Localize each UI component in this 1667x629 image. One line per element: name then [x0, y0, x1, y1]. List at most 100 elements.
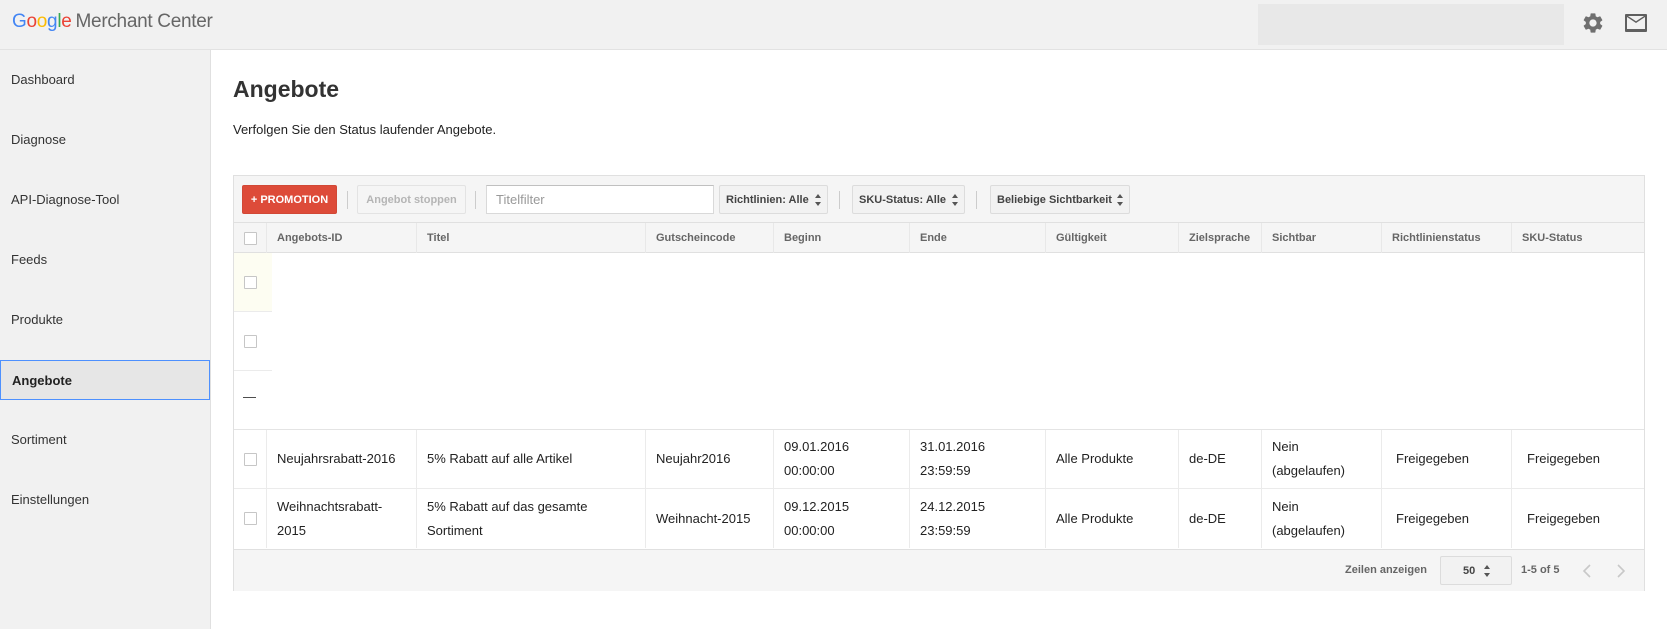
row-select-cell: [234, 489, 267, 548]
table-toolbar: + PROMOTION Angebot stoppen Richtlinien:…: [234, 176, 1644, 223]
page-title: Angebote: [233, 76, 340, 102]
end-time: 23:59:59: [920, 463, 971, 478]
policy-filter-label: Richtlinien: Alle: [726, 193, 809, 206]
start-date: 09.12.2015: [784, 498, 850, 514]
column-header-offer-id[interactable]: Angebots-ID: [267, 223, 417, 253]
google-merchant-center-logo[interactable]: Google Merchant Center: [12, 11, 213, 33]
sort-arrows-icon: [952, 194, 959, 206]
start-time: 00:00:00: [784, 463, 835, 478]
search-box[interactable]: [1258, 4, 1564, 45]
offer-id-cell[interactable]: Neujahrsrabatt-2016: [267, 430, 417, 488]
sidebar-item-sortiment[interactable]: Sortiment: [0, 419, 210, 459]
column-header-visible[interactable]: Sichtbar: [1262, 223, 1382, 253]
coupon-code-cell: Weihnacht-2015: [646, 489, 774, 548]
sidebar-item-api-diagnose-tool[interactable]: API-Diagnose-Tool: [0, 179, 210, 219]
rows-per-page-select[interactable]: 50: [1440, 556, 1512, 585]
select-all-cell: [234, 223, 267, 253]
sku-status-cell: Freigegeben: [1527, 510, 1600, 526]
policy-status-cell: Freigegeben: [1382, 430, 1512, 488]
stop-offer-button[interactable]: Angebot stoppen: [357, 185, 466, 214]
column-header-sku-status[interactable]: SKU-Status: [1512, 223, 1644, 253]
column-header-policy-status[interactable]: Richtlinienstatus: [1382, 223, 1512, 253]
title-cell: 5% Rabatt auf alle Artikel: [417, 430, 646, 488]
rows-per-page-label: Zeilen anzeigen: [1345, 564, 1427, 576]
coupon-code-cell: Neujahr2016: [646, 430, 774, 488]
sidebar-item-produkte[interactable]: Produkte: [0, 299, 210, 339]
language-cell: de-DE: [1179, 430, 1262, 488]
end-date: 31.01.2016: [920, 439, 986, 454]
row-checkbox[interactable]: [244, 276, 257, 289]
visible-note: (abgelaufen): [1272, 522, 1345, 538]
column-header-title[interactable]: Titel: [417, 223, 646, 253]
toolbar-divider: [475, 191, 476, 209]
title-filter-input[interactable]: [486, 185, 714, 214]
visible-cell: Nein (abgelaufen): [1262, 489, 1382, 548]
mail-icon[interactable]: [1624, 13, 1648, 33]
end-time: 23:59:59: [920, 522, 971, 538]
title-line: Sortiment: [427, 522, 483, 538]
toolbar-divider: [976, 191, 977, 209]
table-header-row: Angebots-ID Titel Gutscheincode Beginn E…: [234, 223, 1644, 253]
visible-note: (abgelaufen): [1272, 463, 1345, 478]
start-cell: 09.01.2016 00:00:00: [774, 430, 910, 488]
sku-filter-label: SKU-Status: Alle: [859, 193, 946, 206]
table-row: [234, 253, 272, 312]
row-checkbox[interactable]: [244, 512, 257, 525]
sidebar-item-angebote[interactable]: Angebote: [0, 360, 210, 400]
column-header-start[interactable]: Beginn: [774, 223, 910, 253]
end-cell: 24.12.2015 23:59:59: [910, 489, 1046, 548]
offer-id-line: 2015: [277, 522, 306, 538]
sku-status-filter-dropdown[interactable]: SKU-Status: Alle: [852, 185, 965, 214]
sidebar-item-einstellungen[interactable]: Einstellungen: [0, 479, 210, 519]
sku-status-cell: Freigegeben: [1527, 451, 1600, 466]
chevron-left-icon[interactable]: [1579, 562, 1595, 580]
column-header-end[interactable]: Ende: [910, 223, 1046, 253]
sort-arrows-icon: [1484, 565, 1491, 577]
column-header-target-language[interactable]: Zielsprache: [1179, 223, 1262, 253]
table-row[interactable]: Weihnachtsrabatt- 2015 5% Rabatt auf das…: [234, 489, 1644, 548]
start-time: 00:00:00: [784, 522, 835, 538]
chevron-right-icon[interactable]: [1613, 562, 1629, 580]
toolbar-divider: [839, 191, 840, 209]
add-promotion-button[interactable]: + PROMOTION: [242, 185, 337, 214]
table-row: —: [234, 371, 272, 430]
validity-cell: Alle Produkte: [1046, 430, 1179, 488]
product-name: Merchant Center: [75, 11, 213, 32]
visibility-filter-dropdown[interactable]: Beliebige Sichtbarkeit: [990, 185, 1130, 214]
column-header-coupon-code[interactable]: Gutscheincode: [646, 223, 774, 253]
validity-cell: Alle Produkte: [1046, 489, 1179, 548]
toolbar-divider: [347, 191, 348, 209]
empty-row-area: [272, 253, 1644, 312]
select-all-checkbox[interactable]: [244, 232, 257, 245]
start-date: 09.01.2016: [784, 439, 850, 454]
sidebar-item-diagnose[interactable]: Diagnose: [0, 119, 210, 159]
sort-arrows-icon: [815, 194, 822, 206]
start-cell: 09.12.2015 00:00:00: [774, 489, 910, 548]
sidebar-item-dashboard[interactable]: Dashboard: [0, 59, 210, 99]
column-header-validity[interactable]: Gültigkeit: [1046, 223, 1179, 253]
top-bar: Google Merchant Center: [0, 0, 1667, 50]
page-subtitle: Verfolgen Sie den Status laufender Angeb…: [233, 122, 497, 137]
offers-table-panel: + PROMOTION Angebot stoppen Richtlinien:…: [233, 175, 1645, 591]
end-date: 24.12.2015: [920, 498, 986, 514]
sidebar: Dashboard Diagnose API-Diagnose-Tool Fee…: [0, 50, 211, 629]
visible-cell: Nein (abgelaufen): [1262, 430, 1382, 488]
visible-value: Nein: [1272, 439, 1299, 454]
table-footer: Zeilen anzeigen 50 1-5 of 5: [234, 549, 1644, 591]
gear-icon[interactable]: [1581, 11, 1605, 35]
language-cell: de-DE: [1179, 489, 1262, 548]
pagination-range: 1-5 of 5: [1521, 564, 1560, 576]
visible-value: Nein: [1272, 498, 1299, 514]
policy-status-cell: Freigegeben: [1382, 489, 1512, 548]
row-checkbox[interactable]: [244, 335, 257, 348]
end-cell: 31.01.2016 23:59:59: [910, 430, 1046, 488]
title-line: 5% Rabatt auf das gesamte: [427, 498, 588, 514]
table-row[interactable]: Neujahrsrabatt-2016 5% Rabatt auf alle A…: [234, 430, 1644, 489]
offer-id-cell[interactable]: Weihnachtsrabatt- 2015: [267, 489, 417, 548]
offer-id-line: Weihnachtsrabatt-: [277, 498, 383, 514]
sidebar-item-feeds[interactable]: Feeds: [0, 239, 210, 279]
collapse-dash-icon[interactable]: —: [243, 389, 256, 404]
policy-filter-dropdown[interactable]: Richtlinien: Alle: [719, 185, 828, 214]
row-select-cell: [234, 430, 267, 488]
row-checkbox[interactable]: [244, 453, 257, 466]
